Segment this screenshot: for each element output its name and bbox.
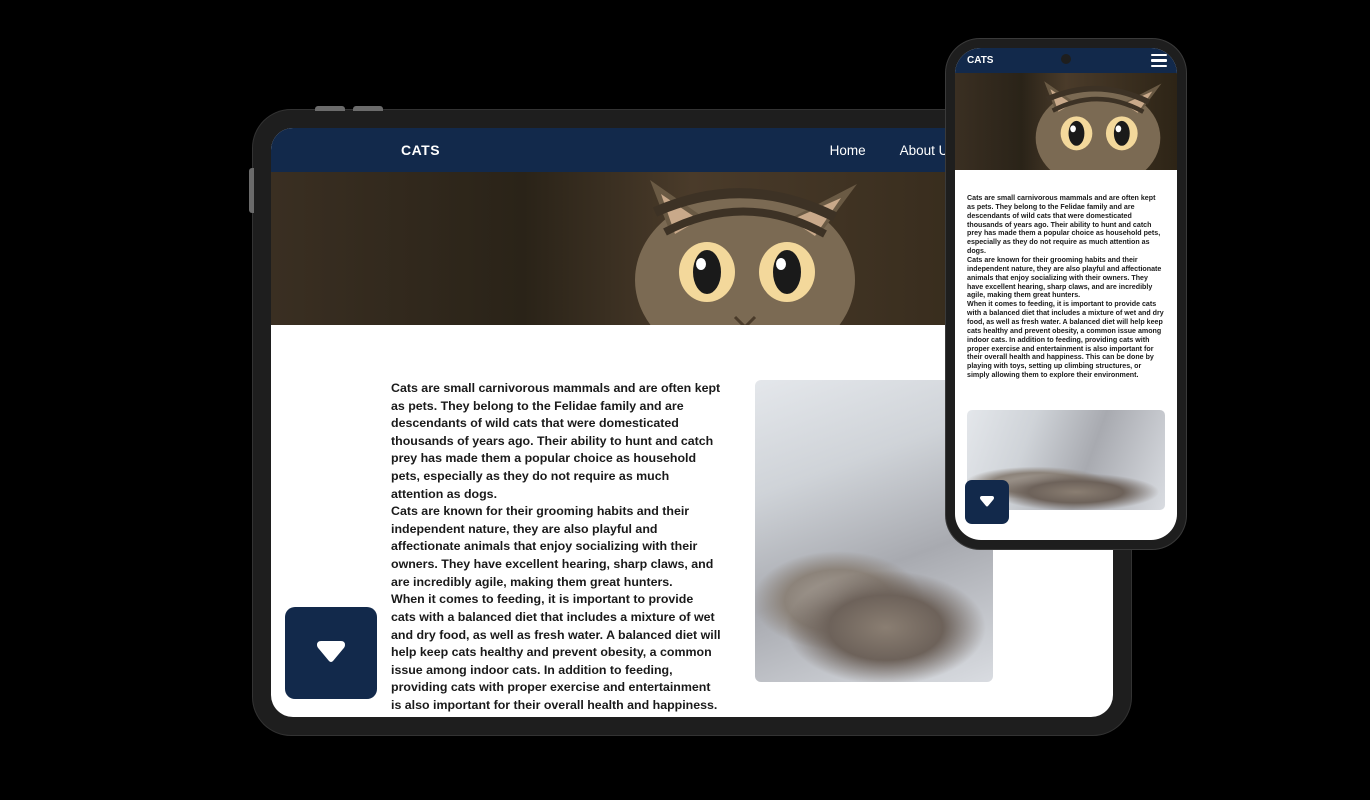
article-paragraph-1: Cats are small carnivorous mammals and a… (391, 380, 721, 503)
dropdown-fab-button[interactable] (285, 607, 377, 699)
article-paragraph-3: When it comes to feeding, it is importan… (391, 591, 721, 717)
chevron-down-icon (976, 491, 998, 513)
article-paragraph-3: When it comes to feeding, it is importan… (967, 300, 1165, 380)
phone-hero-image (955, 73, 1177, 170)
phone-screen: CATS (955, 48, 1177, 540)
dropdown-fab-button[interactable] (965, 480, 1009, 524)
cat-hero-illustration (625, 172, 925, 325)
tablet-volume-up-button (315, 106, 345, 111)
article-paragraph-2: Cats are known for their grooming habits… (391, 503, 721, 591)
phone-camera-notch (1061, 54, 1071, 64)
article-text: Cats are small carnivorous mammals and a… (391, 380, 721, 717)
brand-logo[interactable]: CATS (967, 55, 993, 66)
article-text: Cats are small carnivorous mammals and a… (955, 170, 1177, 392)
phone-device-frame: CATS (946, 39, 1186, 549)
chevron-down-icon (309, 631, 353, 675)
hamburger-menu-button[interactable] (1151, 54, 1167, 68)
article-paragraph-2: Cats are known for their grooming habits… (967, 256, 1165, 300)
hamburger-icon (1151, 54, 1167, 57)
brand-logo[interactable]: CATS (401, 142, 440, 158)
nav-home[interactable]: Home (830, 143, 866, 158)
tablet-power-button (249, 168, 254, 213)
cat-hero-illustration (1030, 73, 1177, 170)
tablet-volume-down-button (353, 106, 383, 111)
article-paragraph-1: Cats are small carnivorous mammals and a… (967, 194, 1165, 256)
